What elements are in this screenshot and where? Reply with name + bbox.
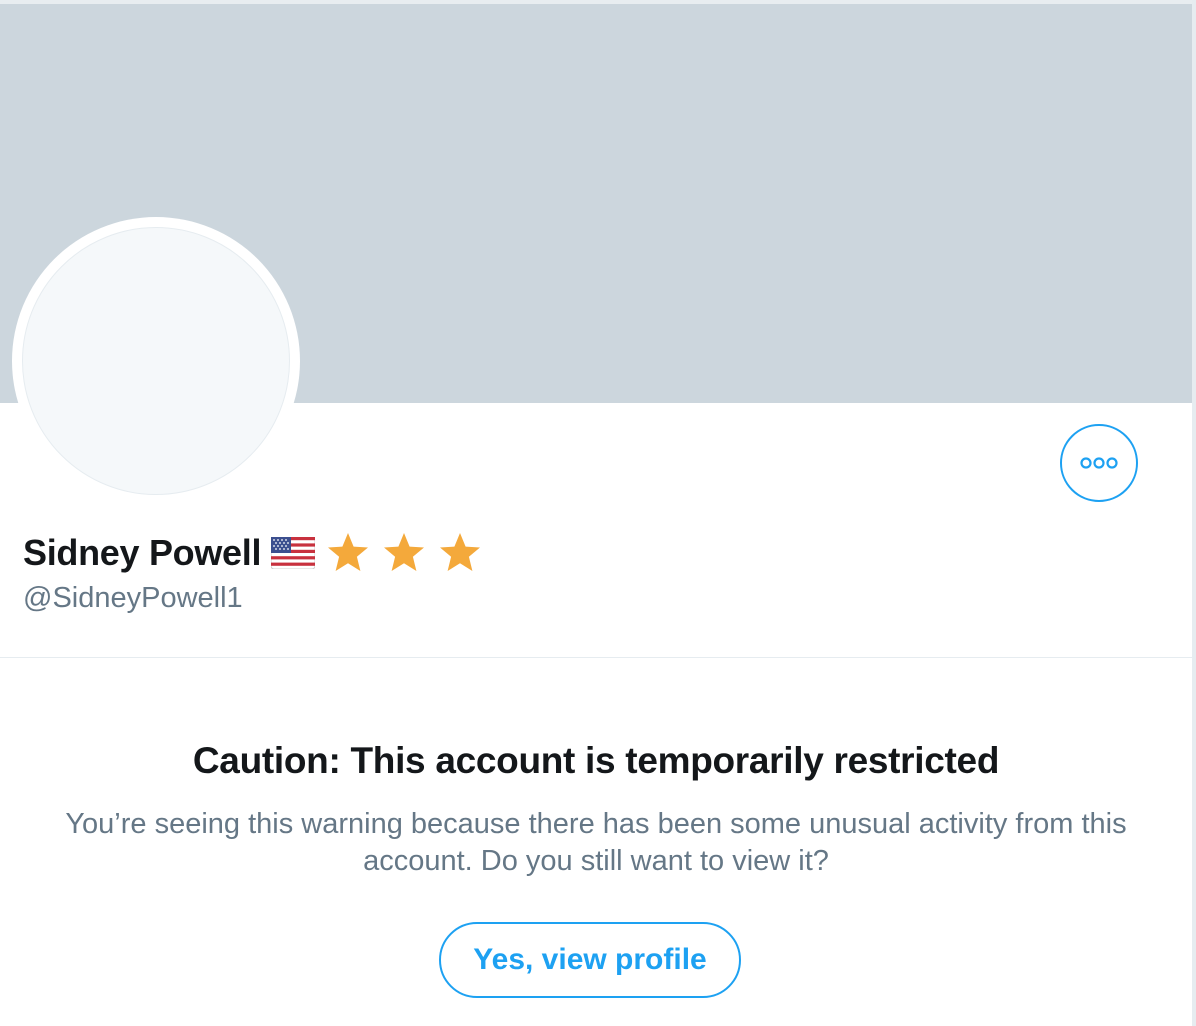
user-handle: @SidneyPowell1: [23, 582, 243, 614]
profile-name-row: Sidney Powell: [23, 530, 483, 576]
caution-title: Caution: This account is temporarily res…: [192, 740, 1000, 781]
star-icon: [384, 533, 425, 571]
star-icon: [328, 533, 369, 571]
section-divider: [0, 657, 1192, 658]
us-flag-icon: [271, 537, 316, 569]
avatar[interactable]: [22, 227, 290, 495]
view-profile-button[interactable]: Yes, view profile: [439, 922, 741, 998]
more-dots-icon: [1080, 457, 1118, 469]
profile-page: Sidney Powell @SidneyPowell1 Caution: Th…: [0, 0, 1196, 1026]
star-icon: [440, 533, 481, 571]
more-options-button[interactable]: [1060, 424, 1138, 502]
caution-message: You’re seeing this warning because there…: [65, 808, 1127, 877]
display-name: Sidney Powell: [23, 532, 262, 573]
